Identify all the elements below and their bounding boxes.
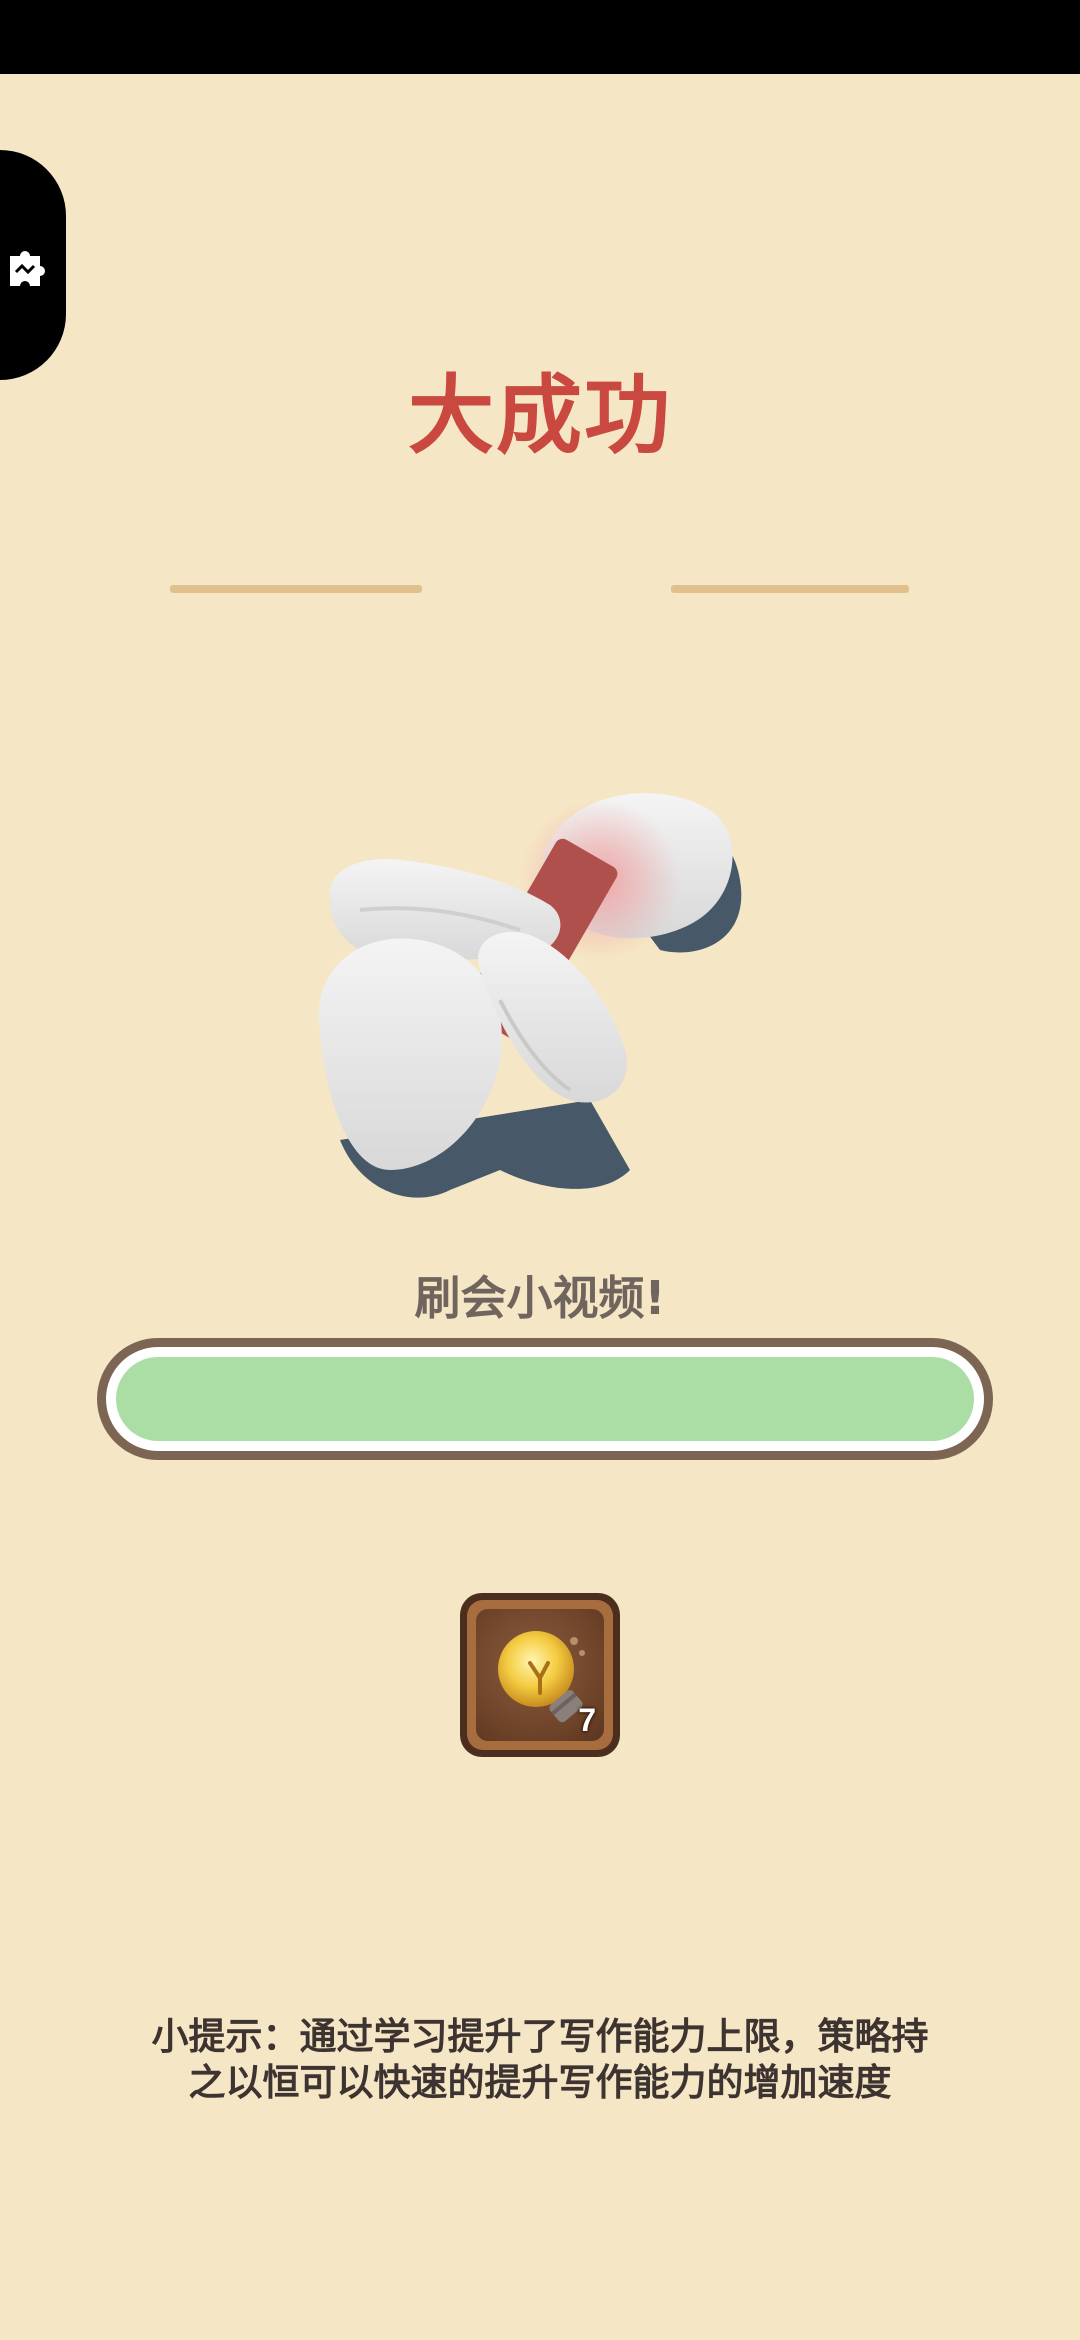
tip-line-1: 小提示：通过学习提升了写作能力上限，策略持 bbox=[151, 2015, 929, 2058]
progress-fill bbox=[116, 1357, 974, 1441]
tip-text: 小提示：通过学习提升了写作能力上限，策略持 之以恒可以快速的提升写作能力的增加速… bbox=[100, 2014, 980, 2106]
reward-item-slot[interactable]: 7 bbox=[460, 1593, 620, 1757]
result-title: 大成功 bbox=[408, 366, 672, 466]
activity-label: 刷会小视频! bbox=[414, 1271, 666, 1325]
reward-count: 7 bbox=[578, 1702, 596, 1738]
title-divider-left bbox=[170, 585, 422, 593]
title-divider-right bbox=[671, 585, 909, 593]
status-bar bbox=[0, 0, 1080, 74]
activity-progress-bar bbox=[97, 1338, 993, 1460]
phone-in-hands-illustration bbox=[318, 793, 742, 1198]
tip-line-2: 之以恒可以快速的提升写作能力的增加速度 bbox=[188, 2061, 892, 2104]
puzzle-icon bbox=[10, 251, 45, 286]
